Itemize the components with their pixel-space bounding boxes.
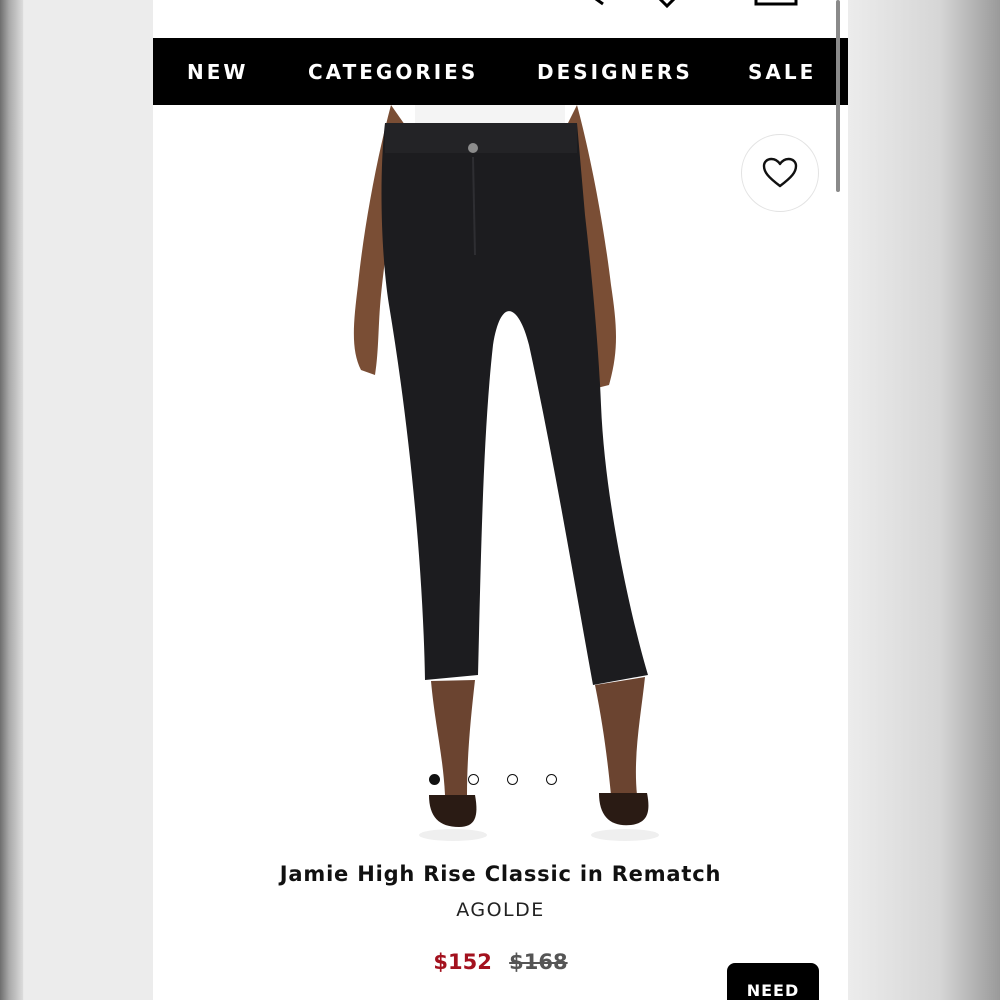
bag-icon[interactable] [754,0,798,6]
search-icon[interactable] [585,0,611,6]
carousel-dot[interactable] [507,774,518,785]
nav-item-designers[interactable]: DESIGNERS [537,60,693,84]
nav-item-sale[interactable]: SALE [748,60,816,84]
carousel-dot[interactable] [429,774,440,785]
wishlist-heart-icon [762,157,798,188]
image-carousel-dots [429,774,557,785]
nav-item-categories[interactable]: CATEGORIES [308,60,478,84]
top-bar [153,0,848,38]
app-screen: NEW CATEGORIES DESIGNERS SALE Jamie High… [153,0,848,1000]
original-price: $168 [509,950,568,974]
carousel-dot[interactable] [468,774,479,785]
scrollbar[interactable] [836,0,840,192]
product-designer[interactable]: AGOLDE [153,899,848,921]
main-navigation: NEW CATEGORIES DESIGNERS SALE [153,38,848,105]
heart-icon[interactable] [655,0,679,8]
product-title: Jamie High Rise Classic in Rematch [279,862,722,886]
nav-item-new[interactable]: NEW [187,60,248,84]
need-button[interactable]: NEED [727,963,819,1000]
sale-price: $152 [433,950,492,974]
carousel-dot[interactable] [546,774,557,785]
wishlist-button[interactable] [741,134,819,212]
product-image[interactable] [153,105,848,845]
